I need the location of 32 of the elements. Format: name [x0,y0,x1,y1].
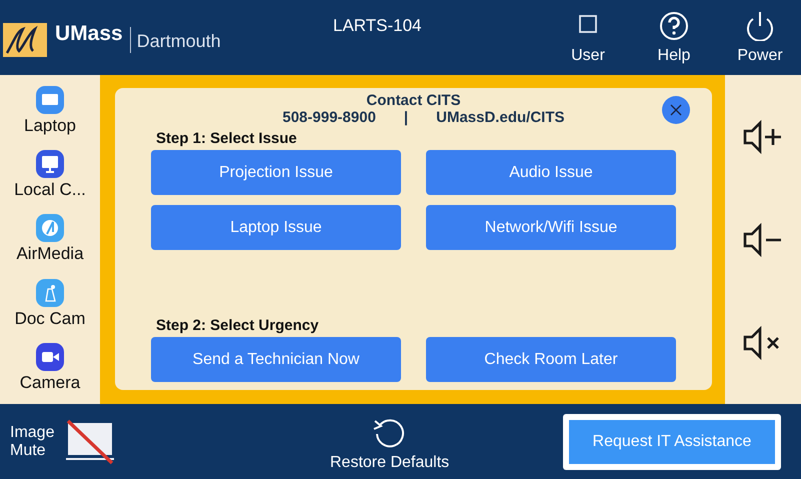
restore-defaults-button[interactable]: Restore Defaults [330,416,450,472]
close-icon [670,104,682,116]
option-button[interactable]: Send a Technician Now [151,337,401,382]
source-button[interactable]: Laptop [0,86,100,136]
source-button[interactable]: AirMedia [0,214,100,264]
display-off-icon [64,418,116,464]
option-button[interactable]: Projection Issue [151,150,401,195]
dialog-title: Contact CITS [366,92,461,109]
help-button[interactable]: Help [635,10,713,64]
source-button[interactable]: Camera [0,342,100,393]
close-button[interactable] [662,96,690,124]
volume-down-icon [743,222,783,256]
image-mute-button[interactable]: Image Mute [10,418,116,464]
website-link[interactable]: UMassD.edu/CITS [436,109,564,126]
logo-icon [3,22,47,56]
source-button[interactable]: Local C... [0,150,100,200]
section-heading: Step 1: Select Issue [156,130,298,147]
room-title: LARTS-104 [333,16,423,36]
separator: | [404,109,408,126]
source-button[interactable]: Doc Cam [0,278,100,329]
volume-up-icon [743,120,783,154]
power-button[interactable]: Power [721,10,799,64]
help-icon [657,10,691,40]
phone-number: 508-999-8900 [282,109,376,126]
user-button[interactable]: User [549,10,627,64]
option-button[interactable]: Network/Wifi Issue [426,205,676,250]
logo-text: UMass [55,22,123,46]
logo-subtitle: Dartmouth [136,31,221,52]
option-button[interactable]: Laptop Issue [151,205,401,250]
option-button[interactable]: Check Room Later [426,337,676,382]
section-heading: Step 2: Select Urgency [156,317,320,334]
option-button[interactable]: Audio Issue [426,150,676,195]
